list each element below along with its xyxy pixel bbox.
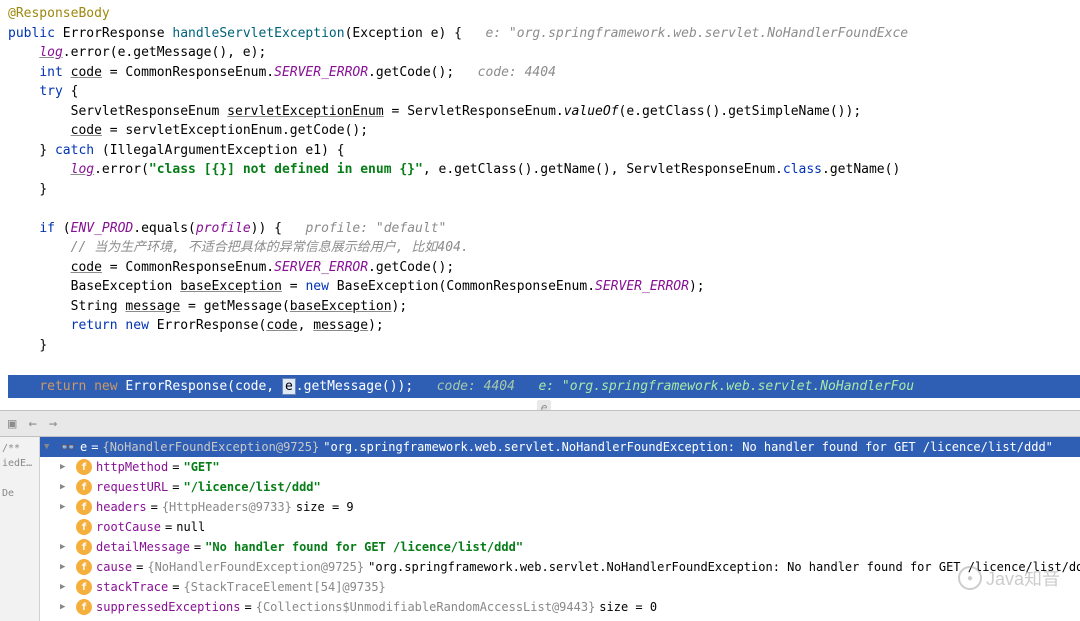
- variables-tree[interactable]: ▼ 👓 e = {NoHandlerFoundException@9725} "…: [40, 437, 1080, 621]
- debugger-panel: ▣ ← → /** iedExc De ▼ 👓 e = {NoHandlerFo…: [0, 410, 1080, 621]
- annotation: @ResponseBody: [8, 6, 110, 21]
- field-icon: f: [76, 599, 92, 615]
- field-icon: f: [76, 579, 92, 595]
- variable-row[interactable]: ▶ f detailMessage = "No handler found fo…: [40, 537, 1080, 557]
- param-hint: e: [537, 400, 552, 410]
- expand-icon[interactable]: ▶: [60, 582, 72, 592]
- field-icon: f: [76, 539, 92, 555]
- variable-row[interactable]: ▶ f suppressedExceptions = {Collections$…: [40, 597, 1080, 617]
- variable-row[interactable]: ▶ f httpMethod = "GET": [40, 457, 1080, 477]
- field-icon: f: [76, 519, 92, 535]
- code-editor[interactable]: @ResponseBody public ErrorResponse handl…: [0, 0, 1080, 410]
- field-icon: f: [76, 559, 92, 575]
- variable-row[interactable]: f rootCause = null: [40, 517, 1080, 537]
- field-icon: f: [76, 459, 92, 475]
- variable-row[interactable]: ▶ f cause = {NoHandlerFoundException@972…: [40, 557, 1080, 577]
- left-gutter: /** iedExc De: [0, 437, 40, 621]
- expand-icon[interactable]: ▶: [60, 502, 72, 512]
- watch-icon: 👓: [60, 439, 76, 455]
- expand-icon[interactable]: ▶: [60, 602, 72, 612]
- variable-row[interactable]: ▶ f requestURL = "/licence/list/ddd": [40, 477, 1080, 497]
- variable-row-root[interactable]: ▼ 👓 e = {NoHandlerFoundException@9725} "…: [40, 437, 1080, 457]
- debugger-toolbar: ▣ ← →: [0, 411, 1080, 437]
- field-icon: f: [76, 499, 92, 515]
- expand-icon[interactable]: ▶: [60, 462, 72, 472]
- wechat-icon: ●: [958, 566, 982, 590]
- inline-hint: e: "org.springframework.web.servlet.NoHa…: [485, 26, 908, 41]
- variable-highlight[interactable]: e: [282, 378, 296, 395]
- expand-icon[interactable]: ▼: [44, 442, 56, 452]
- back-icon[interactable]: ←: [28, 416, 36, 432]
- field-icon: f: [76, 479, 92, 495]
- expand-icon[interactable]: ▶: [60, 562, 72, 572]
- watermark: ● Java知音: [958, 565, 1060, 591]
- expand-icon[interactable]: ▶: [60, 542, 72, 552]
- variable-row[interactable]: ▶ f headers = {HttpHeaders@9733} size = …: [40, 497, 1080, 517]
- forward-icon[interactable]: →: [49, 416, 57, 432]
- inline-hint: code: 4404: [478, 65, 556, 80]
- variables-panel: /** iedExc De ▼ 👓 e = {NoHandlerFoundExc…: [0, 437, 1080, 621]
- variable-row[interactable]: ▶ f stackTrace = {StackTraceElement[54]@…: [40, 577, 1080, 597]
- expand-icon[interactable]: ▶: [60, 482, 72, 492]
- inline-hint: profile: "default": [305, 221, 446, 236]
- folder-icon[interactable]: ▣: [8, 416, 16, 432]
- execution-point-line[interactable]: return new ErrorResponse(code, e.getMess…: [8, 375, 1080, 399]
